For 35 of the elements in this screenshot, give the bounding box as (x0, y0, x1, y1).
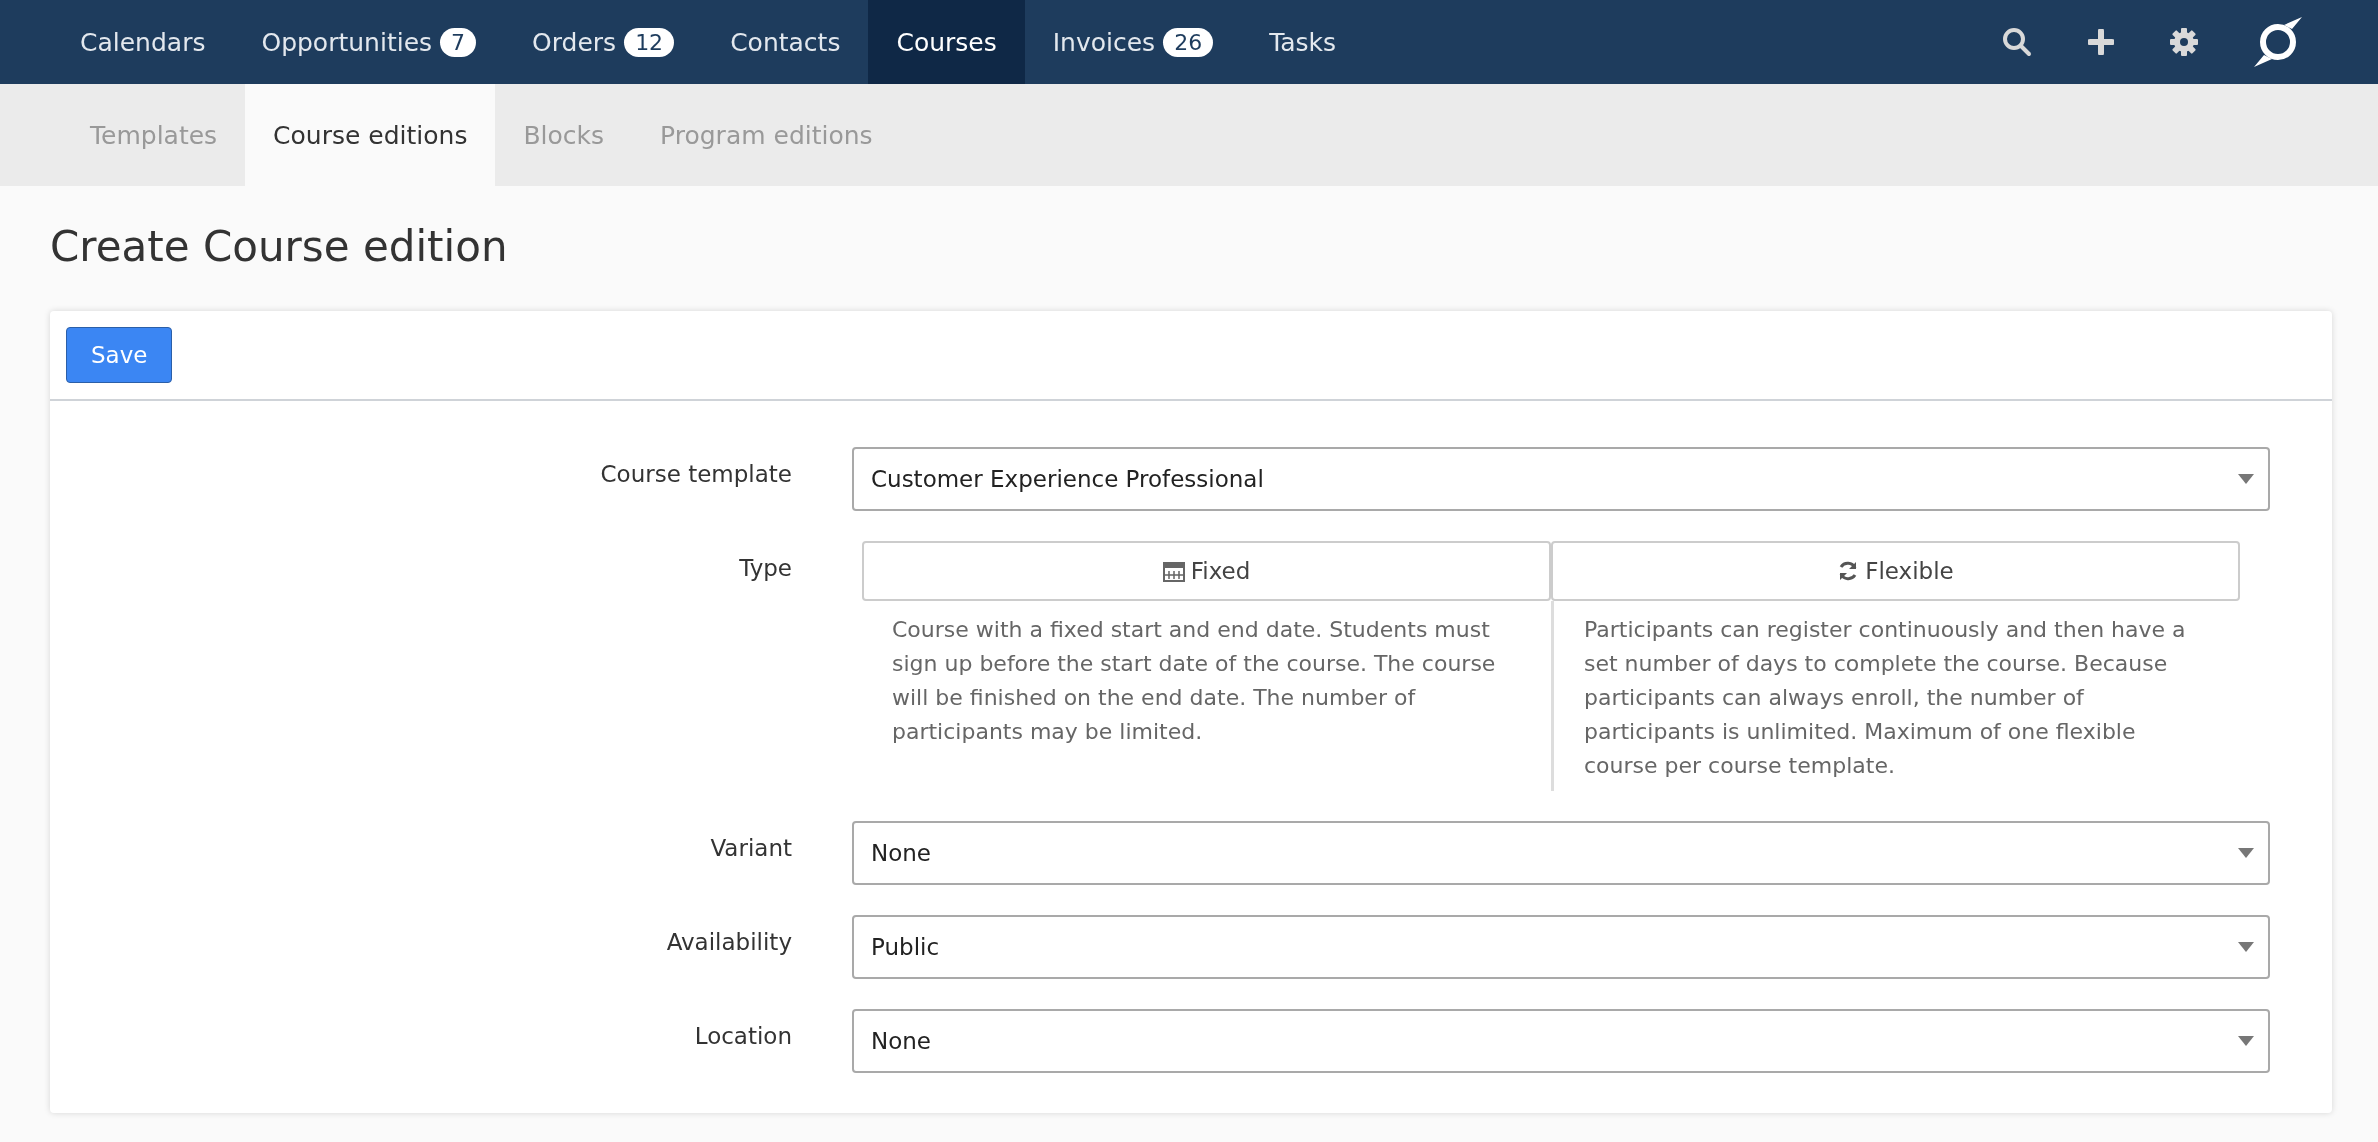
nav-item[interactable]: Contacts (702, 0, 869, 84)
count-badge: 12 (624, 27, 675, 57)
field-label: Type (738, 554, 792, 581)
field-label: Variant (709, 834, 792, 861)
calendar-icon (1162, 560, 1185, 582)
caret-icon (2238, 474, 2254, 484)
plus-icon[interactable] (2088, 29, 2114, 55)
field-label: Course template (599, 460, 792, 487)
nav-item[interactable]: Invoices 26 (1024, 0, 1242, 84)
caret-icon (2238, 848, 2254, 858)
select-field[interactable]: None (852, 821, 2270, 885)
save-button[interactable]: Save (66, 327, 173, 383)
select-field[interactable]: Public (852, 915, 2270, 979)
nav-item[interactable]: Calendars (52, 0, 234, 84)
logo-icon[interactable] (2254, 17, 2302, 67)
nav-item[interactable]: Courses (868, 0, 1025, 84)
option-description: Participants can register continuously and then have a set number of days to complete the course. Because participants can always enroll, the number of participants is unlimited. Maximum of one flexible course per course template. (1583, 616, 2187, 780)
count-badge: 26 (1163, 27, 1214, 57)
field-label: Availability (665, 928, 792, 955)
nav-item[interactable]: Tasks (1241, 0, 1365, 84)
field-label: Location (693, 1022, 792, 1049)
option-description: Course with a fixed start and end date. Students must sign up before the start date of the course. The course will be finished on the end date. The number of participants may be limited. (891, 616, 1497, 746)
type-option-button[interactable]: Fixed (862, 541, 1551, 601)
select-field[interactable]: Customer Experience Professional (852, 447, 2270, 511)
search-icon[interactable] (2002, 27, 2032, 57)
caret-icon (2238, 1036, 2254, 1046)
nav-item[interactable]: Orders 12 (504, 0, 703, 84)
tab[interactable]: Course editions (245, 84, 496, 186)
page-title: Create Course edition (50, 222, 509, 271)
select-field[interactable]: None (852, 1009, 2270, 1073)
nav-item[interactable]: Opportunities 7 (233, 0, 505, 84)
caret-icon (2238, 942, 2254, 952)
type-option-button[interactable]: Flexible (1551, 541, 2240, 601)
settings-icon[interactable] (2170, 28, 2198, 56)
count-badge: 7 (440, 27, 477, 57)
